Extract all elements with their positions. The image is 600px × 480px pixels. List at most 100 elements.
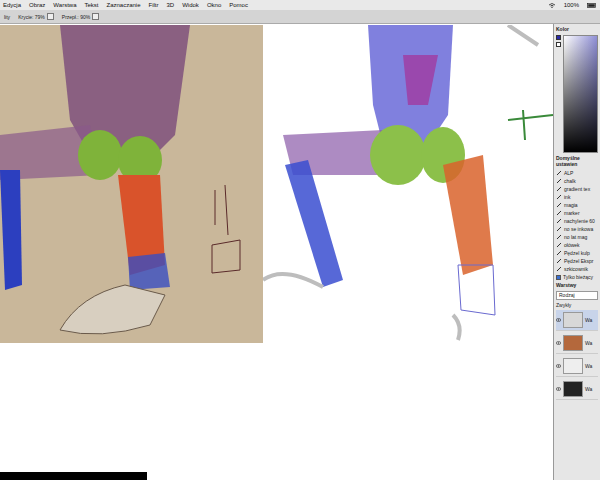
brush-presets-title: Domyślne ustawien: [556, 155, 598, 167]
brush-label: szkicownik: [564, 266, 588, 272]
brush-item[interactable]: szkicownik: [556, 265, 598, 272]
brush-label: marker: [564, 210, 580, 216]
workspace: Kolor Domyślne ustawien ALP chalk gradient t…: [0, 24, 600, 480]
layer-list: Wa Wa Wa Wa: [556, 310, 598, 400]
opacity-field[interactable]: Krycie: 79%: [18, 13, 54, 20]
brush-label: nachylenie 60: [564, 218, 595, 224]
opacity-label: Krycie: 79%: [18, 14, 45, 20]
checkbox[interactable]: [556, 275, 561, 280]
layer-filter-placeholder: Rodzaj: [559, 292, 575, 298]
foreground-swatch[interactable]: [556, 35, 561, 40]
brush-label: Pędzel Ekspr: [564, 258, 593, 264]
layer-thumbnail: [563, 381, 583, 397]
layer-thumbnail: [563, 335, 583, 351]
color-panel-title: Kolor: [556, 26, 598, 33]
brush-item[interactable]: marker: [556, 209, 598, 216]
layer-row[interactable]: Wa: [556, 333, 598, 354]
pressure-toggle[interactable]: [47, 13, 54, 20]
brush-item[interactable]: ALP: [556, 169, 598, 176]
brush-icon: [556, 250, 562, 256]
current-tool-checkbox-row[interactable]: Tylko bieżący: [556, 274, 598, 280]
brush-icon: [556, 242, 562, 248]
menu-item[interactable]: Widok: [182, 2, 199, 8]
layer-row[interactable]: Wa: [556, 310, 598, 331]
drawing-canvas[interactable]: [263, 25, 553, 343]
brush-icon: [556, 266, 562, 272]
menu-item[interactable]: Okno: [207, 2, 221, 8]
eye-icon: [556, 387, 561, 391]
battery-icon: [587, 3, 597, 8]
layer-filter[interactable]: Rodzaj: [556, 291, 598, 300]
brush-icon: [556, 258, 562, 264]
layer-thumbnail: [563, 312, 583, 328]
brush-item[interactable]: nachylenie 60: [556, 217, 598, 224]
brush-label: ink: [564, 194, 570, 200]
color-picker[interactable]: [556, 35, 598, 153]
layers-title: Warstwy: [556, 282, 598, 289]
layer-row[interactable]: Wa: [556, 356, 598, 377]
brush-icon: [556, 218, 562, 224]
checkbox-label: Tylko bieżący: [563, 274, 593, 280]
layer-name: Wa: [585, 340, 592, 346]
menu-bar: Edycja Obraz Warstwa Tekst Zaznaczanie Filtr 3…: [0, 0, 600, 10]
brush-mode[interactable]: lity: [4, 14, 10, 20]
brush-item[interactable]: Pędzel kulp: [556, 249, 598, 256]
color-chips: [556, 35, 561, 153]
brush-label: magia: [564, 202, 578, 208]
background-swatch[interactable]: [556, 42, 561, 47]
brush-item[interactable]: gradient tex: [556, 185, 598, 192]
brush-label: gradient tex: [564, 186, 590, 192]
brush-item[interactable]: ink: [556, 193, 598, 200]
video-strip: [0, 472, 147, 480]
brush-label: ALP: [564, 170, 573, 176]
brush-item[interactable]: Pędzel Ekspr: [556, 257, 598, 264]
blend-mode[interactable]: Zwykły: [556, 302, 598, 308]
brush-icon: [556, 178, 562, 184]
brush-item[interactable]: magia: [556, 201, 598, 208]
layer-name: Wa: [585, 363, 592, 369]
menu-item[interactable]: Pomoc: [229, 2, 248, 8]
brush-label: ołówek: [564, 242, 580, 248]
menu-item[interactable]: Filtr: [149, 2, 159, 8]
menu-item[interactable]: Zaznaczanie: [107, 2, 141, 8]
brush-item[interactable]: ołówek: [556, 241, 598, 248]
layer-row[interactable]: Wa: [556, 379, 598, 400]
brush-icon: [556, 170, 562, 176]
side-panel: Kolor Domyślne ustawien ALP chalk gradient t…: [553, 24, 600, 480]
brush-label: chalk: [564, 178, 576, 184]
menu-item[interactable]: Warstwa: [53, 2, 76, 8]
brush-label: no se inkowa: [564, 226, 593, 232]
options-bar: lity Krycie: 79% Przepł.: 90%: [0, 10, 600, 24]
menu-item[interactable]: 3D: [167, 2, 175, 8]
eye-icon: [556, 364, 561, 368]
reference-painting: [0, 25, 263, 343]
color-field[interactable]: [563, 35, 598, 153]
airbrush-toggle[interactable]: [92, 13, 99, 20]
brush-label: Pędzel kulp: [564, 250, 590, 256]
brush-list: ALP chalk gradient tex ink magia marker nachyl…: [556, 169, 598, 272]
brush-label: no lat mag: [564, 234, 587, 240]
menu-item[interactable]: Obraz: [29, 2, 45, 8]
flow-label: Przepł.: 90%: [62, 14, 90, 20]
eye-icon: [556, 318, 561, 322]
menu-item[interactable]: Edycja: [3, 2, 21, 8]
zoom-status: 100%: [564, 2, 579, 8]
brush-icon: [556, 194, 562, 200]
brush-icon: [556, 202, 562, 208]
layer-name: Wa: [585, 386, 592, 392]
layer-thumbnail: [563, 358, 583, 374]
brush-item[interactable]: chalk: [556, 177, 598, 184]
anatomy-reference-drawing: [0, 25, 263, 343]
brush-icon: [556, 234, 562, 240]
pasteboard: [0, 345, 553, 480]
brush-item[interactable]: no lat mag: [556, 233, 598, 240]
anatomy-sketch-drawing: [263, 25, 553, 343]
brush-icon: [556, 186, 562, 192]
flow-field[interactable]: Przepł.: 90%: [62, 13, 99, 20]
brush-icon: [556, 226, 562, 232]
menu-item[interactable]: Tekst: [84, 2, 98, 8]
wifi-icon: [548, 2, 556, 8]
brush-icon: [556, 210, 562, 216]
layer-name: Wa: [585, 317, 592, 323]
brush-item[interactable]: no se inkowa: [556, 225, 598, 232]
